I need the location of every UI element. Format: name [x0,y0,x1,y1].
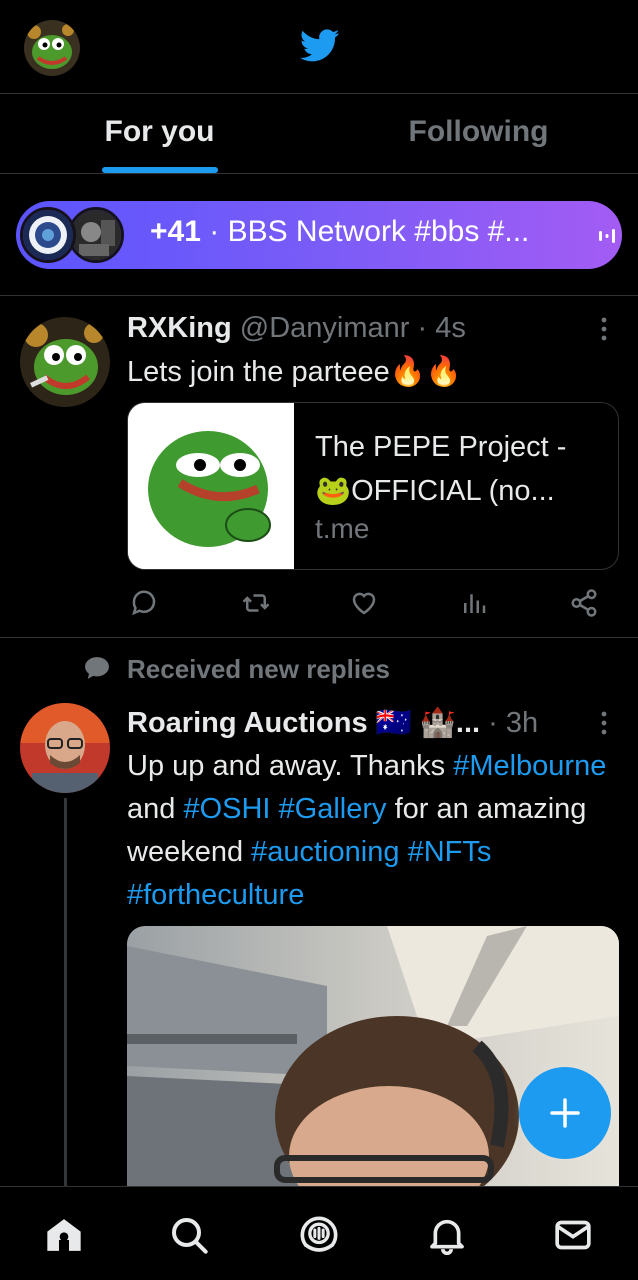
link-card-domain: t.me [315,513,370,544]
tweet-actions [127,588,617,624]
tab-following[interactable]: Following [319,94,638,173]
space-listener-count: +41 [150,215,201,248]
hashtag-link[interactable]: #auctioning [251,836,399,868]
hashtag-link[interactable]: #fortheculture [127,879,304,911]
space-name: BBS Network #bbs #... [227,215,530,248]
more-options-icon[interactable] [596,316,612,342]
space-title: +41 · BBS Network #bbs #... [150,215,529,249]
timestamp: · 4s [409,312,466,344]
hashtag-link[interactable]: #NFTs [408,836,492,868]
hashtag-link[interactable]: #Gallery [279,793,387,825]
retweet-icon[interactable] [241,588,271,618]
tweet-text-segment [400,836,408,868]
social-context: Received new replies [127,654,391,684]
bottom-navigation [0,1186,638,1280]
compose-tweet-button[interactable] [519,1067,611,1159]
tab-for-you[interactable]: For you [0,94,319,173]
tab-label: For you [104,114,215,148]
tweet-text-segment: Up up and away. Thanks [127,750,454,782]
space-speaker-avatar [68,207,124,263]
timestamp: · 3h [480,707,539,739]
audio-wave-icon [599,229,615,243]
views-icon[interactable] [459,588,489,618]
spaces-icon[interactable] [299,1215,339,1255]
tweet-text: Up up and away. Thanks #Melbourne and #O… [127,745,619,917]
tweet-header: RXKing @Danyimanr · 4s [127,312,466,345]
tweet-header: Roaring Auctions 🇦🇺 🏰... · 3h [127,706,538,740]
twitter-bird-icon [300,29,340,62]
profile-avatar-button[interactable] [24,20,80,76]
username: @Danyimanr [239,312,410,344]
avatar[interactable] [20,703,110,793]
space-host-avatar [20,207,76,263]
reply-icon[interactable] [129,588,159,618]
spaces-bar-container: +41 · BBS Network #bbs #... [0,174,638,296]
thread-line [64,798,67,1188]
link-card[interactable]: The PEPE Project - 🐸OFFICIAL (no... t.me [127,402,619,570]
avatar[interactable] [20,317,110,407]
tweet-text-segment [270,793,278,825]
hashtag-link[interactable]: #Melbourne [453,750,606,782]
display-name[interactable]: RXKing [127,312,232,344]
top-app-bar [0,0,638,94]
plus-icon [550,1098,580,1128]
tweet-text-segment: and [127,793,184,825]
heart-icon[interactable] [349,588,379,618]
search-icon[interactable] [169,1215,209,1255]
display-name[interactable]: Roaring Auctions 🇦🇺 🏰... [127,707,480,739]
home-icon[interactable] [44,1215,84,1255]
timeline-tabs: For you Following [0,94,638,174]
notifications-icon[interactable] [427,1215,467,1255]
tab-label: Following [408,114,549,148]
active-tab-indicator [101,167,218,173]
more-options-icon[interactable] [596,710,612,736]
space-separator: · [200,215,228,248]
share-icon[interactable] [569,588,599,618]
messages-icon[interactable] [553,1215,593,1255]
reply-bubble-icon [85,657,109,679]
live-space-banner[interactable]: +41 · BBS Network #bbs #... [16,201,622,269]
link-card-title: The PEPE Project - 🐸OFFICIAL (no... [315,431,567,507]
tweet-divider [0,637,638,638]
tweet-text: Lets join the parteee🔥🔥 [127,356,463,388]
link-card-image [128,403,294,569]
hashtag-link[interactable]: #OSHI [183,793,270,825]
